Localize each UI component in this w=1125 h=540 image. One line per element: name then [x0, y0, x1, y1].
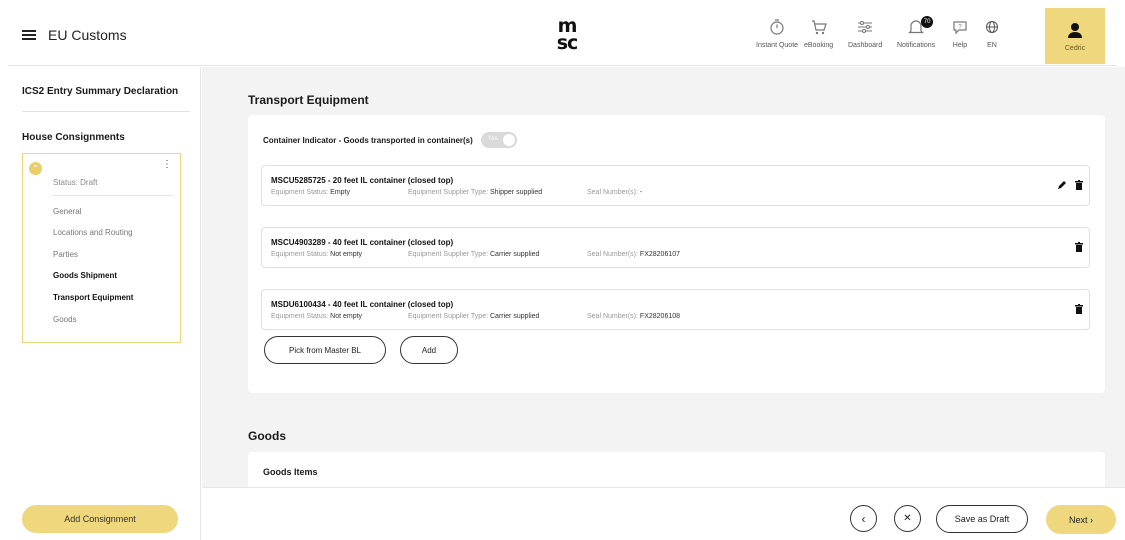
declaration-title[interactable]: ICS2 Entry Summary Declaration	[22, 86, 178, 97]
nav-label: Help	[952, 42, 968, 49]
goods-title: Goods	[248, 429, 286, 443]
nav-label: eBooking	[804, 42, 834, 49]
sidebar-item-parties[interactable]: Parties	[53, 250, 78, 259]
nav-instant-quote[interactable]: Instant Quote	[756, 18, 798, 49]
chevron-up-icon[interactable]: ⌃	[29, 162, 42, 175]
help-chat-icon: ?	[953, 21, 967, 35]
timer-icon	[770, 19, 784, 35]
more-vertical-icon[interactable]: ⋮	[162, 160, 172, 170]
nav-label: Notifications	[897, 42, 936, 49]
equipment-seal: Seal Number(s): FX28206107	[587, 251, 681, 258]
user-name: Cedric	[1064, 44, 1086, 52]
close-button[interactable]: ✕	[894, 505, 921, 532]
equipment-status: Equipment Status: Not empty	[271, 251, 363, 258]
app-title: EU Customs	[48, 27, 127, 43]
sliders-icon	[858, 21, 873, 33]
nav-dashboard[interactable]: Dashboard	[848, 18, 882, 49]
sidebar-item-general[interactable]: General	[53, 207, 81, 216]
equipment-item: MSDU6100434 - 40 feet IL container (clos…	[261, 289, 1090, 330]
equipment-item: MSCU4903289 - 40 feet IL container (clos…	[261, 227, 1090, 268]
pick-from-master-bl-button[interactable]: Pick from Master BL	[264, 336, 386, 364]
equipment-title: MSCU4903289 - 40 feet IL container (clos…	[271, 238, 454, 247]
add-equipment-button[interactable]: Add	[400, 336, 458, 364]
equipment-supplier: Equipment Supplier Type: Carrier supplie…	[408, 313, 540, 320]
cart-icon	[811, 20, 827, 35]
toggle-knob	[502, 134, 515, 146]
container-indicator-row: Container Indicator - Goods transported …	[263, 132, 517, 148]
sidebar: ICS2 Entry Summary Declaration House Con…	[8, 67, 201, 540]
equipment-actions	[1075, 304, 1083, 314]
equipment-status: Equipment Status: Not empty	[271, 313, 363, 320]
nav-language[interactable]: EN	[984, 18, 1000, 49]
next-button[interactable]: Next ›	[1046, 505, 1116, 534]
transport-equipment-card: Container Indicator - Goods transported …	[248, 115, 1105, 393]
footer-bar: ‹ ✕ Save as Draft Next ›	[202, 487, 1125, 540]
previous-button[interactable]: ‹	[850, 505, 877, 532]
equipment-actions	[1057, 180, 1083, 190]
nav-ebooking[interactable]: eBooking	[804, 18, 833, 49]
msc-logo[interactable]: m sc	[549, 17, 585, 58]
sidebar-item-locations-routing[interactable]: Locations and Routing	[53, 228, 133, 237]
consignment-status: Status: Draft	[53, 178, 98, 187]
sidebar-item-goods[interactable]: Goods	[53, 315, 77, 324]
toggle-label: Yes	[487, 136, 498, 142]
equipment-supplier: Equipment Supplier Type: Carrier supplie…	[408, 251, 540, 258]
trash-icon[interactable]	[1075, 304, 1083, 314]
edit-pencil-icon[interactable]	[1057, 180, 1067, 190]
sidebar-item-goods-shipment[interactable]: Goods Shipment	[53, 271, 117, 280]
container-indicator-label: Container Indicator - Goods transported …	[263, 135, 473, 145]
equipment-supplier: Equipment Supplier Type: Shipper supplie…	[408, 189, 543, 196]
transport-equipment-title: Transport Equipment	[248, 93, 369, 107]
equipment-actions	[1075, 242, 1083, 252]
hamburger-menu-icon[interactable]	[22, 30, 36, 40]
user-profile-button[interactable]: Cedric	[1045, 8, 1105, 64]
nav-help[interactable]: ? Help	[951, 18, 969, 49]
nav-label: Instant Quote	[756, 42, 799, 49]
container-indicator-toggle[interactable]: Yes	[480, 132, 517, 148]
goods-items-title: Goods Items	[263, 467, 318, 477]
trash-icon[interactable]	[1075, 242, 1083, 252]
equipment-title: MSCU5285725 - 20 feet IL container (clos…	[271, 176, 454, 185]
equipment-seal: Seal Number(s): -	[587, 189, 643, 196]
nav-label: EN	[987, 42, 997, 49]
divider	[53, 195, 173, 196]
main-content: Transport Equipment Container Indicator …	[202, 67, 1125, 487]
equipment-status: Equipment Status: Empty	[271, 189, 350, 196]
divider	[22, 111, 190, 112]
nav-label: Dashboard	[848, 42, 883, 49]
add-consignment-button[interactable]: Add Consignment	[22, 505, 178, 533]
notification-badge: 70	[921, 16, 934, 28]
user-icon	[1068, 22, 1082, 38]
nav-notifications[interactable]: 70 Notifications	[897, 16, 936, 49]
trash-icon[interactable]	[1075, 180, 1083, 190]
equipment-title: MSDU6100434 - 40 feet IL container (clos…	[271, 300, 454, 309]
consignment-card: ⌃ ⋮ Status: Draft General Locations and …	[22, 153, 181, 343]
app-header: EU Customs m sc Instant Quote eBooking Da…	[8, 8, 1117, 66]
equipment-seal: Seal Number(s): FX28206108	[587, 313, 681, 320]
globe-icon	[986, 21, 998, 33]
equipment-item: MSCU5285725 - 20 feet IL container (clos…	[261, 165, 1090, 206]
sidebar-item-transport-equipment[interactable]: Transport Equipment	[53, 293, 133, 302]
goods-card: Goods Items	[248, 452, 1105, 487]
house-consignments-title: House Consignments	[22, 132, 125, 143]
logo-text: sc	[556, 32, 579, 54]
save-as-draft-button[interactable]: Save as Draft	[936, 505, 1028, 533]
